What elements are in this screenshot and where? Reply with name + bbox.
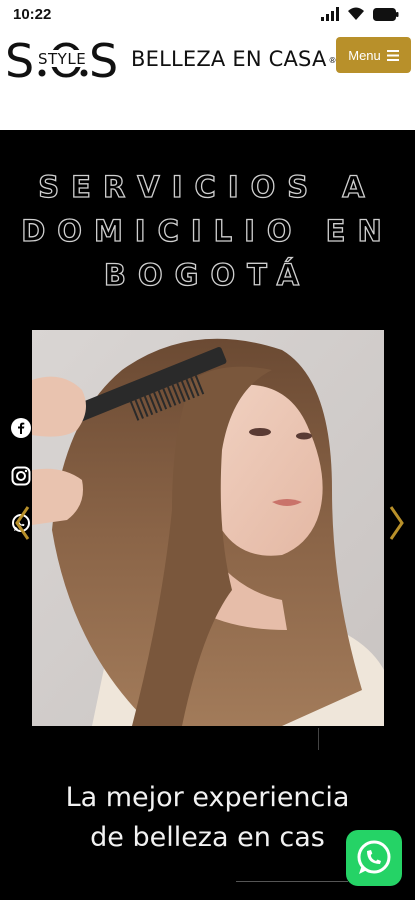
svg-text:S: S	[5, 34, 34, 83]
tagline-underline	[236, 881, 348, 882]
battery-icon	[373, 7, 399, 21]
sos-style-logo[interactable]: S O S STYLE	[5, 33, 125, 88]
menu-button[interactable]: Menu	[336, 37, 411, 73]
brand-name: BELLEZA EN CASA ®	[131, 47, 337, 71]
wifi-icon	[348, 7, 364, 20]
status-bar: 10:22	[0, 0, 415, 30]
hero-title-line-1: SERVICIOS A	[38, 169, 377, 204]
facebook-icon[interactable]	[10, 417, 32, 439]
carousel-prev-arrow[interactable]	[14, 505, 30, 546]
hero-title: SERVICIOS A DOMICILIO EN BOGOTÁ	[0, 165, 415, 297]
hamburger-icon	[386, 49, 399, 61]
carousel-next-arrow[interactable]	[389, 505, 405, 546]
signal-icon	[321, 7, 339, 21]
whatsapp-icon	[357, 840, 391, 874]
brand-text: BELLEZA EN CASA	[131, 47, 327, 71]
site-header: S O S STYLE BELLEZA EN CASA® Menu	[0, 30, 415, 130]
hero-section: SERVICIOS A DOMICILIO EN BOGOTÁ La mejor…	[0, 130, 415, 900]
hero-carousel-image[interactable]	[32, 330, 384, 726]
menu-label: Menu	[348, 47, 381, 63]
svg-text:S: S	[89, 34, 118, 83]
logo-badge: STYLE	[38, 50, 87, 68]
hero-title-line-3: BOGOTÁ	[103, 257, 312, 292]
status-time: 10:22	[13, 6, 52, 23]
hero-title-line-2: DOMICILIO EN	[21, 213, 394, 248]
divider	[318, 728, 319, 750]
whatsapp-chat-button[interactable]	[346, 830, 402, 886]
instagram-icon[interactable]	[10, 465, 32, 487]
tagline-line-1: La mejor experiencia	[65, 782, 350, 813]
status-icons	[321, 7, 399, 21]
